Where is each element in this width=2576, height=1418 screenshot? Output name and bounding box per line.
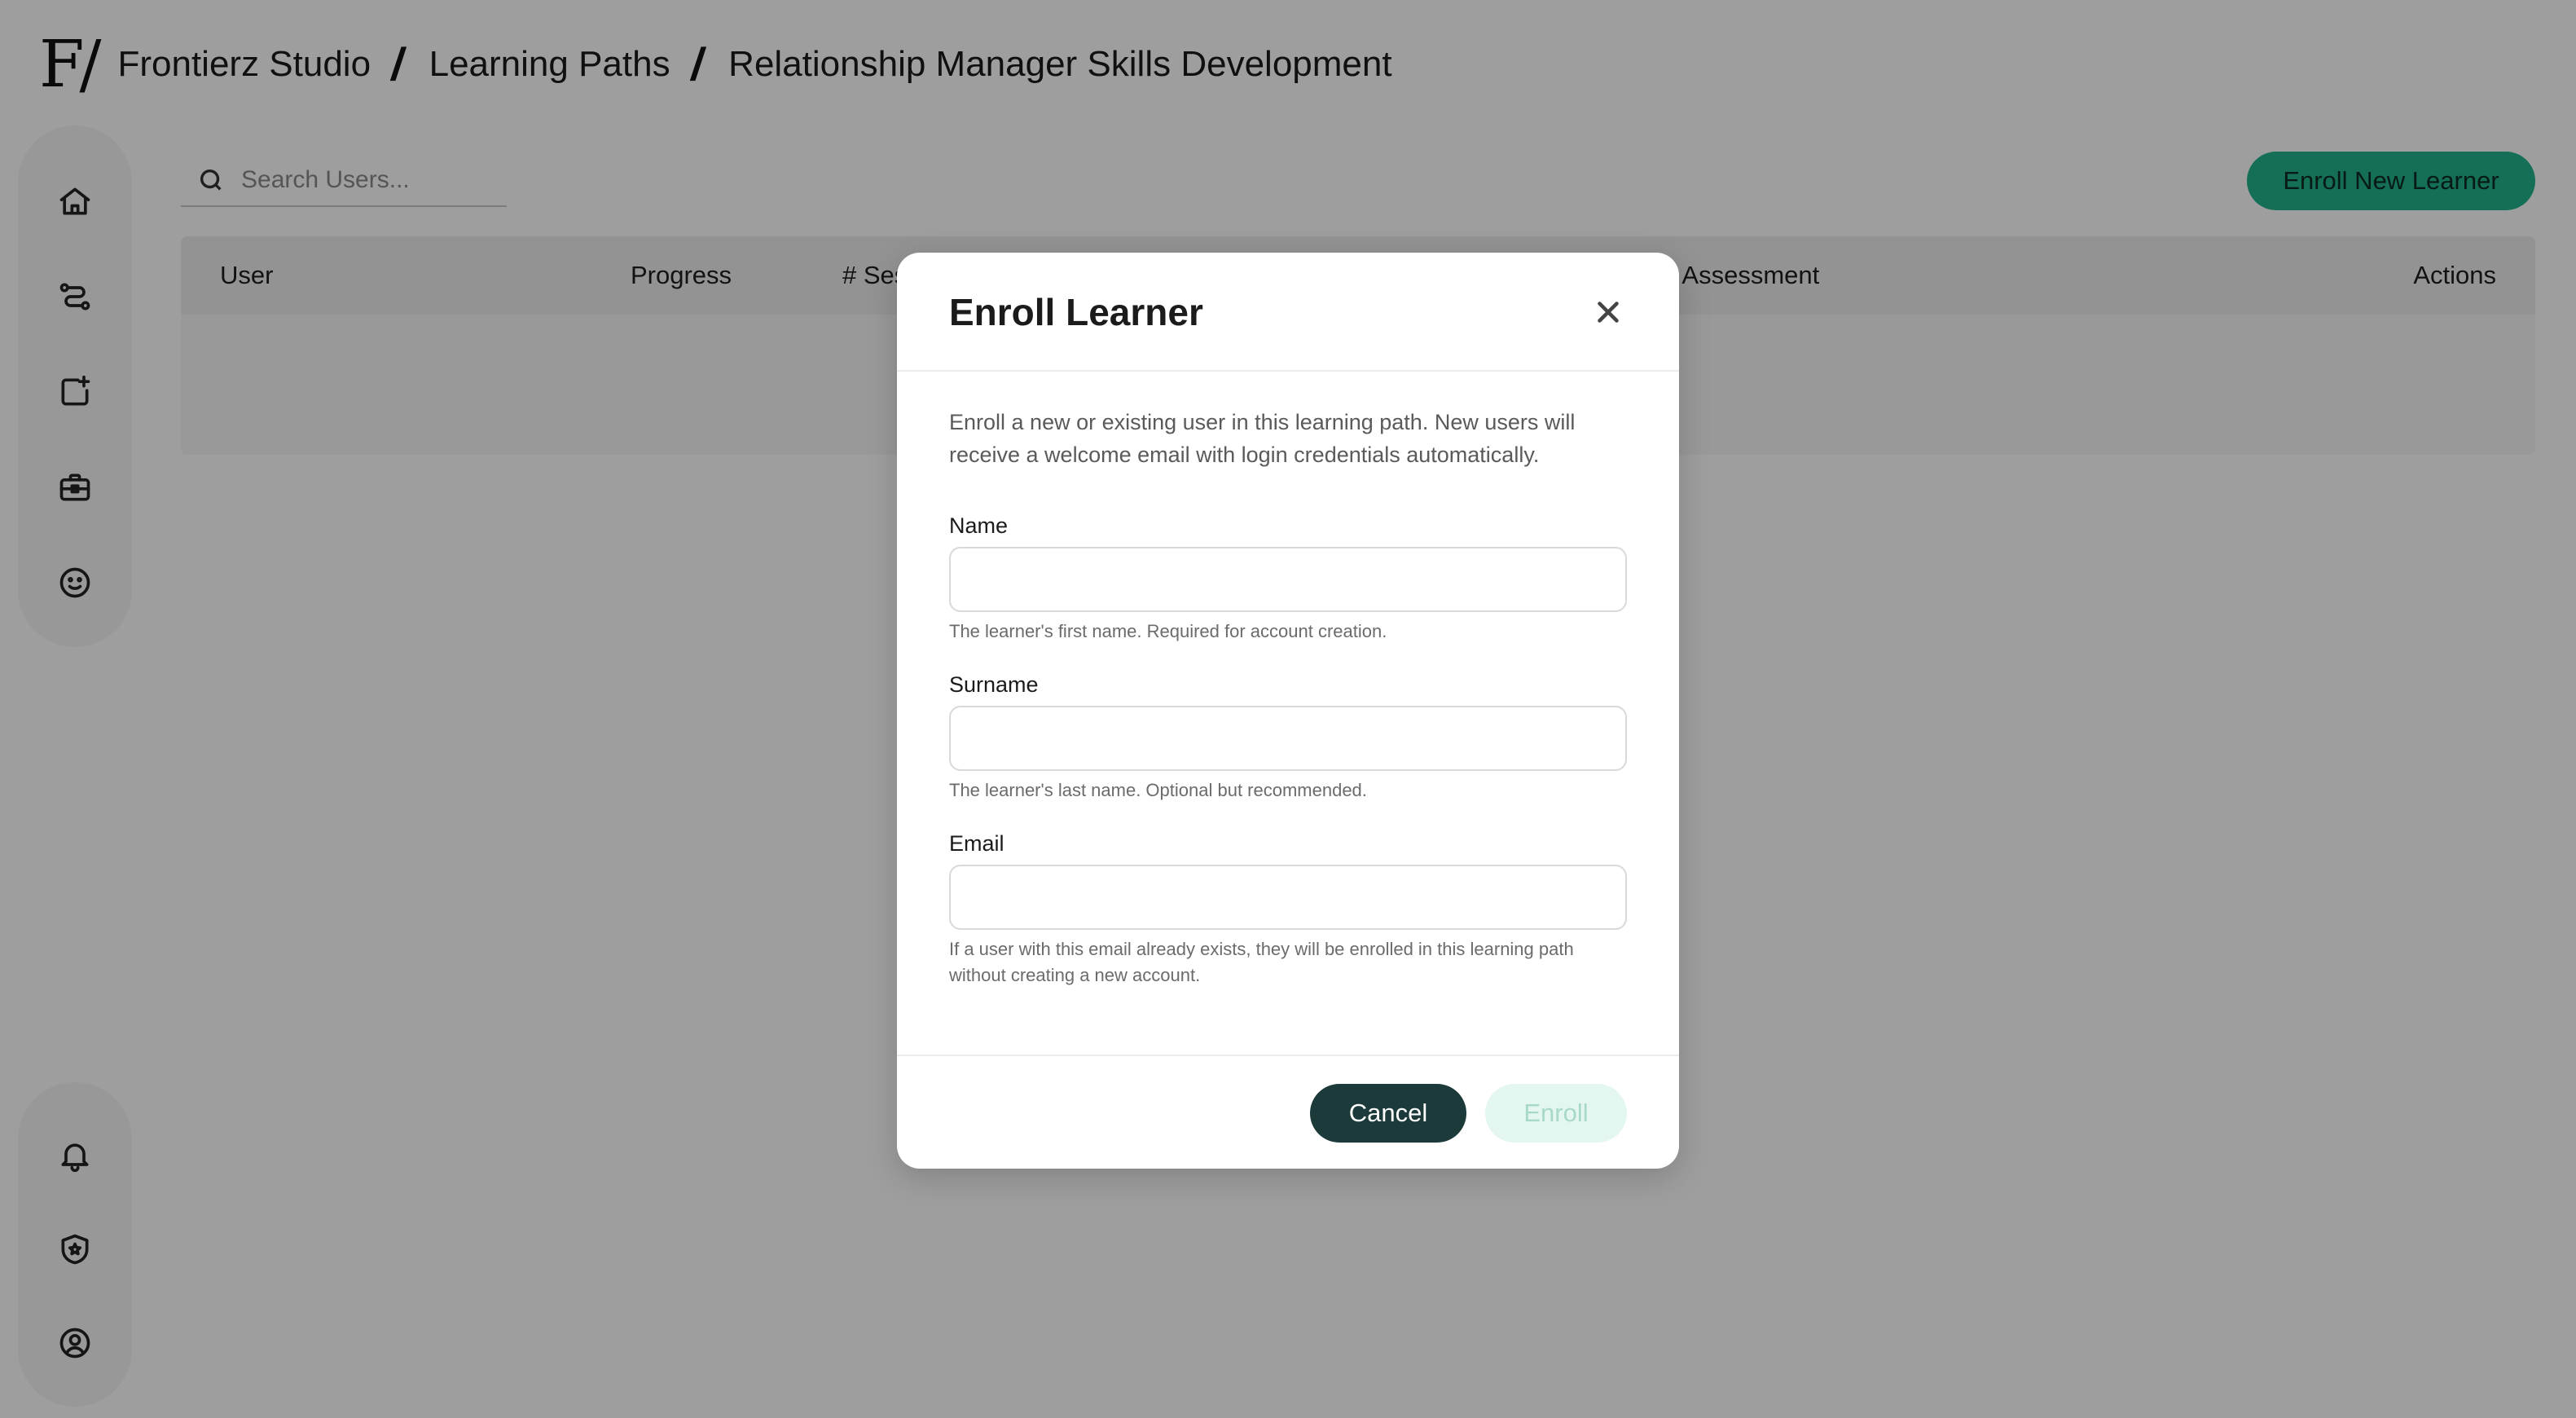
enroll-button[interactable]: Enroll (1485, 1084, 1627, 1143)
email-help-text: If a user with this email already exists… (949, 939, 1574, 985)
surname-help-text: The learner's last name. Optional but re… (949, 780, 1367, 800)
dialog-footer: Cancel Enroll (897, 1055, 1679, 1169)
email-field-group: Email If a user with this email already … (949, 831, 1627, 989)
dialog-description: Enroll a new or existing user in this le… (949, 410, 1576, 467)
name-help-text: The learner's first name. Required for a… (949, 621, 1387, 641)
dialog-header: Enroll Learner (897, 253, 1679, 372)
surname-label: Surname (949, 672, 1039, 697)
email-label: Email (949, 831, 1004, 856)
name-label: Name (949, 513, 1009, 538)
name-field-group: Name The learner's first name. Required … (949, 513, 1627, 645)
surname-field-group: Surname The learner's last name. Optiona… (949, 672, 1627, 804)
cancel-button[interactable]: Cancel (1310, 1084, 1466, 1143)
surname-input[interactable] (949, 706, 1627, 771)
dialog-title: Enroll Learner (949, 291, 1203, 333)
name-input[interactable] (949, 547, 1627, 612)
email-input[interactable] (949, 865, 1627, 930)
close-icon (1598, 302, 1619, 323)
enroll-learner-dialog: Enroll Learner Enroll a new or existing … (897, 253, 1679, 1169)
close-button[interactable] (1591, 295, 1625, 329)
dialog-body: Enroll a new or existing user in this le… (949, 372, 1627, 989)
